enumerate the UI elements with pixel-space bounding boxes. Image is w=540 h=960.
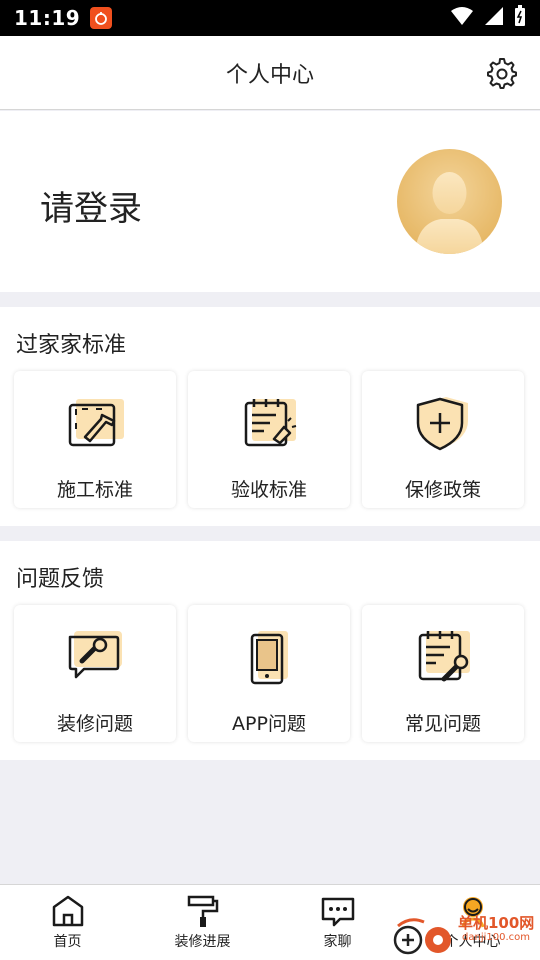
profile-header[interactable]: 请登录 bbox=[0, 111, 540, 292]
nav-bar: 个人中心 bbox=[0, 36, 540, 110]
tab-progress[interactable]: 装修进展 bbox=[135, 885, 270, 960]
card-label: 装修问题 bbox=[56, 713, 133, 735]
construction-standard-card[interactable]: 施工标准 bbox=[14, 371, 176, 508]
card-label: 施工标准 bbox=[56, 479, 133, 501]
watermark-url: danji100.com bbox=[462, 932, 530, 943]
tablet-icon bbox=[250, 631, 288, 685]
signal-icon bbox=[484, 6, 504, 30]
gear-icon bbox=[487, 58, 517, 89]
settings-button[interactable] bbox=[484, 56, 518, 90]
section-title-feedback: 问题反馈 bbox=[16, 567, 105, 592]
faq-wrench-icon bbox=[418, 631, 470, 682]
paint-roller-icon bbox=[187, 895, 218, 927]
inspection-icon bbox=[244, 399, 297, 447]
wifi-icon bbox=[450, 6, 474, 30]
chat-icon bbox=[321, 897, 354, 927]
home-icon bbox=[52, 895, 83, 927]
warranty-shield-icon bbox=[416, 397, 468, 451]
card-label: APP问题 bbox=[232, 713, 306, 735]
warranty-policy-card[interactable]: 保修政策 bbox=[362, 371, 524, 508]
card-label: 验收标准 bbox=[230, 479, 307, 501]
decoration-issue-card[interactable]: 装修问题 bbox=[14, 605, 176, 742]
feedback-section: 问题反馈 装修问题 APP问题 常见问题 bbox=[0, 541, 540, 760]
tab-label: 装修进展 bbox=[174, 934, 231, 950]
watermark-logo-icon bbox=[393, 918, 451, 955]
construction-icon bbox=[68, 399, 124, 447]
inspection-standard-card[interactable]: 验收标准 bbox=[188, 371, 350, 508]
card-label: 常见问题 bbox=[404, 713, 481, 735]
tab-label: 家聊 bbox=[323, 934, 352, 950]
faq-card[interactable]: 常见问题 bbox=[362, 605, 524, 742]
section-title-standards: 过家家标准 bbox=[16, 333, 127, 358]
watermark-text: 单机100网 bbox=[458, 914, 535, 932]
app-notification-icon bbox=[90, 7, 113, 29]
tab-chat[interactable]: 家聊 bbox=[270, 885, 405, 960]
page-title: 个人中心 bbox=[225, 62, 314, 88]
app-issue-card[interactable]: APP问题 bbox=[188, 605, 350, 742]
status-bar: 11:19 bbox=[0, 0, 540, 36]
login-prompt[interactable]: 请登录 bbox=[40, 181, 142, 230]
watermark: 单机100网 danji100.com bbox=[390, 912, 540, 960]
card-label: 保修政策 bbox=[404, 479, 481, 501]
wrench-chat-icon bbox=[68, 631, 122, 679]
standards-section: 过家家标准 施工标准 验收标准 保修政策 bbox=[0, 307, 540, 526]
default-avatar-icon bbox=[415, 172, 484, 254]
battery-icon bbox=[514, 5, 526, 31]
status-time: 11:19 bbox=[14, 6, 81, 30]
avatar[interactable] bbox=[397, 149, 502, 254]
tab-home[interactable]: 首页 bbox=[0, 885, 135, 960]
tab-label: 首页 bbox=[53, 934, 82, 950]
